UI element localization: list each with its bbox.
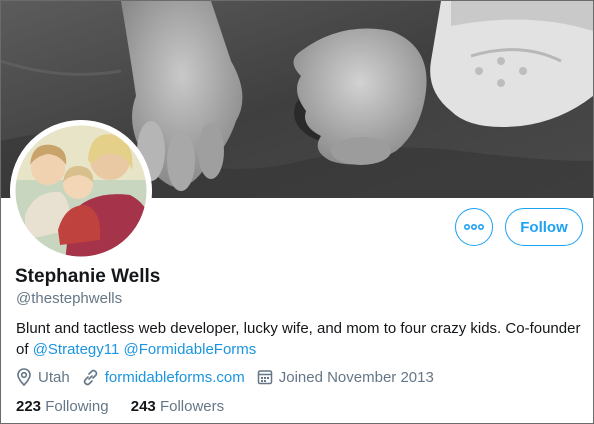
link-icon — [83, 369, 97, 385]
profile-meta: Utah formidableforms.com Joined November… — [16, 368, 446, 386]
joined-item: Joined November 2013 — [257, 369, 434, 386]
location-text: Utah — [38, 368, 70, 386]
joined-text: Joined November 2013 — [278, 368, 434, 386]
follow-button[interactable]: Follow — [505, 208, 583, 246]
following-stat[interactable]: 223 Following — [16, 398, 113, 415]
profile-stats: 223 Following 243 Followers — [16, 398, 242, 415]
more-dots-icon — [464, 223, 484, 231]
followers-label: Followers — [159, 398, 225, 415]
location-pin-icon — [17, 368, 31, 386]
followers-stat[interactable]: 243 Followers — [131, 398, 224, 415]
profile-handle: @thestephwells — [16, 290, 123, 307]
following-label: Following — [45, 398, 109, 415]
avatar[interactable] — [10, 120, 152, 262]
followers-count: 243 — [130, 398, 156, 415]
website-link[interactable]: formidableforms.com — [105, 369, 245, 386]
calendar-icon — [257, 370, 272, 385]
mention-strategy11-link[interactable]: @Strategy11 — [33, 341, 120, 358]
location-item: Utah — [16, 368, 70, 386]
profile-bio: Blunt and tactless web developer, lucky … — [16, 318, 586, 360]
profile-name: Stephanie Wells — [15, 266, 161, 287]
more-options-button[interactable] — [455, 208, 493, 246]
mention-formidableforms-link[interactable]: @FormidableForms — [124, 341, 257, 358]
website-item: formidableforms.com — [82, 369, 245, 386]
profile-card: Follow Stephanie Wells @thestephwells Bl… — [0, 0, 594, 424]
following-count: 223 — [16, 398, 42, 415]
